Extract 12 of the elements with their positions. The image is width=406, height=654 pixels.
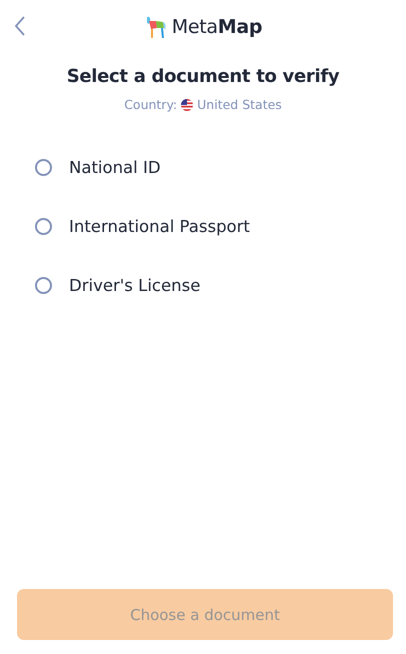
radio-button[interactable]	[35, 159, 52, 176]
logo-text: MetaMap	[172, 16, 262, 38]
country-name: United States	[197, 97, 282, 112]
document-option[interactable]: National ID	[35, 138, 406, 197]
country-label: Country:	[124, 97, 178, 112]
chevron-left-icon	[14, 16, 26, 36]
page-title: Select a document to verify	[66, 66, 340, 87]
us-flag-icon	[181, 98, 194, 110]
radio-button[interactable]	[35, 277, 52, 294]
document-option[interactable]: International Passport	[35, 197, 406, 256]
radio-button[interactable]	[35, 218, 52, 235]
document-option[interactable]: Driver's License	[35, 256, 406, 315]
